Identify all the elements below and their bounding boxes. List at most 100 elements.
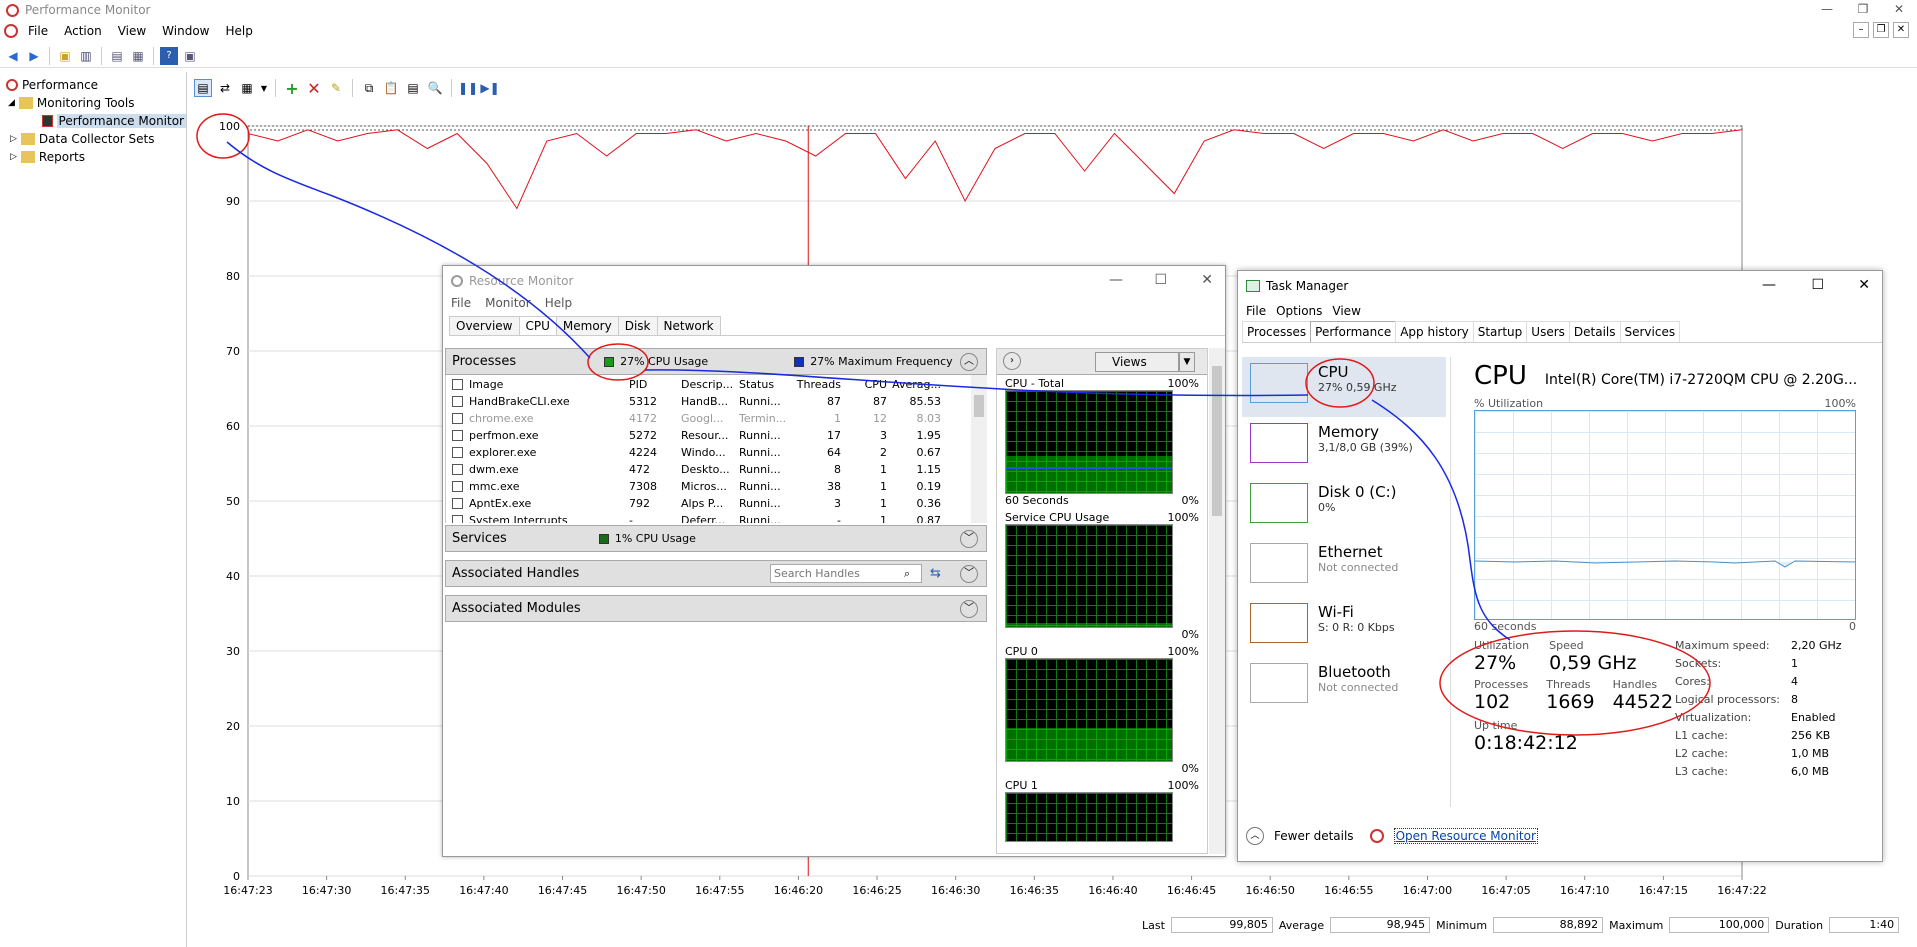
pause-icon[interactable]: ❚❚ — [458, 79, 478, 97]
search-handles-input[interactable] — [770, 564, 922, 583]
services-section-header[interactable]: Services 1% CPU Usage ﹀ — [445, 525, 987, 552]
paste-icon[interactable]: 📋 — [382, 79, 400, 97]
expand-chevron-icon[interactable]: ﹀ — [960, 599, 978, 618]
col-image[interactable]: Image — [469, 378, 629, 391]
mdi-restore-icon[interactable]: ❐ — [1873, 22, 1889, 38]
rm-close-icon[interactable]: ✕ — [1201, 272, 1213, 288]
up-folder-icon[interactable]: ▣ — [56, 47, 74, 65]
tm-menu-file[interactable]: File — [1246, 304, 1266, 318]
process-row[interactable]: explorer.exe 4224 Windo... Runni... 64 2 0.67 — [446, 444, 987, 461]
collapse-chevron-icon[interactable]: ︿ — [960, 352, 978, 371]
rm-tab-overview[interactable]: Overview — [449, 316, 520, 335]
highlight-icon[interactable]: ✎ — [327, 79, 345, 97]
resource-item-0[interactable]: CPU 27% 0,59 GHz — [1242, 357, 1446, 417]
tm-tab-startup[interactable]: Startup — [1472, 321, 1528, 342]
tm-tab-users[interactable]: Users — [1526, 321, 1570, 342]
process-checkbox[interactable] — [452, 447, 463, 458]
tm-tab-processes[interactable]: Processes — [1242, 321, 1312, 342]
process-row[interactable]: mmc.exe 7308 Micros... Runni... 38 1 0.19 — [446, 478, 987, 495]
tm-tab-services[interactable]: Services — [1619, 321, 1681, 342]
properties-icon[interactable]: ▤ — [108, 47, 126, 65]
process-row[interactable]: System Interrupts - Deferr... Runni... - 1 0.8… — [446, 512, 987, 523]
fewer-details-link[interactable]: Fewer details — [1274, 829, 1354, 843]
tree-node-performance[interactable]: Performance — [0, 76, 186, 94]
tm-close-icon[interactable]: ✕ — [1858, 277, 1870, 293]
rm-charts-scrollbar[interactable] — [1209, 348, 1225, 854]
modules-section-header[interactable]: Associated Modules ﹀ — [445, 595, 987, 622]
resource-item-1[interactable]: Memory 3,1/8,0 GB (39%) — [1242, 417, 1446, 477]
resource-item-4[interactable]: Wi-Fi S: 0 R: 0 Kbps — [1242, 597, 1446, 657]
select-all-checkbox[interactable] — [452, 378, 463, 390]
col-cpu[interactable]: CPU — [841, 378, 887, 391]
copy-icon[interactable]: ⧉ — [360, 79, 378, 97]
process-checkbox[interactable] — [452, 481, 463, 492]
mdi-minimize-icon[interactable]: – — [1853, 22, 1869, 38]
change-graph-type-icon[interactable]: ▦ — [238, 79, 256, 97]
rm-minimize-icon[interactable]: — — [1109, 272, 1123, 288]
tree-node-performance-monitor[interactable]: Performance Monitor — [0, 112, 186, 130]
views-arrow-icon[interactable]: ▼ — [1179, 352, 1195, 372]
menu-action[interactable]: Action — [58, 24, 108, 38]
tm-minimize-icon[interactable]: — — [1762, 277, 1776, 293]
view-graph-icon[interactable]: ▤ — [194, 79, 212, 97]
minimize-icon[interactable]: — — [1809, 0, 1845, 18]
expand-icon[interactable]: ▷ — [10, 134, 17, 144]
tree-node-monitoring-tools[interactable]: ◢ Monitoring Tools — [0, 94, 186, 112]
process-row[interactable]: chrome.exe 4172 Googl... Termin... 1 12 8.03 — [446, 410, 987, 427]
process-checkbox[interactable] — [452, 413, 463, 424]
expand-icon[interactable]: ▷ — [10, 152, 17, 162]
processes-section-header[interactable]: Processes 27% CPU Usage 27% Maximum Freq… — [445, 348, 987, 375]
rm-menu-help[interactable]: Help — [545, 296, 572, 314]
process-row[interactable]: ApntEx.exe 792 Alps P... Runni... 3 1 0.36 — [446, 495, 987, 512]
menu-file[interactable]: File — [22, 24, 54, 38]
col-description[interactable]: Descrip... — [681, 378, 739, 391]
expand-chevron-icon[interactable]: ﹀ — [960, 564, 978, 583]
tm-menu-view[interactable]: View — [1332, 304, 1360, 318]
process-checkbox[interactable] — [452, 430, 463, 441]
menu-view[interactable]: View — [112, 24, 152, 38]
properties-icon[interactable]: ▤ — [404, 79, 422, 97]
print-icon[interactable]: ▦ — [129, 47, 147, 65]
tm-maximize-icon[interactable]: ☐ — [1811, 277, 1824, 293]
process-row[interactable]: dwm.exe 472 Deskto... Runni... 8 1 1.15 — [446, 461, 987, 478]
tm-tab-performance[interactable]: Performance — [1310, 321, 1397, 342]
charts-collapse-icon[interactable]: › — [1003, 352, 1021, 370]
views-dropdown[interactable]: Views — [1095, 352, 1179, 372]
tree-node-reports[interactable]: ▷ Reports — [0, 148, 186, 166]
rm-tab-network[interactable]: Network — [656, 316, 721, 335]
expand-chevron-icon[interactable]: ﹀ — [960, 529, 978, 548]
open-resource-monitor-link[interactable]: Open Resource Monitor — [1393, 828, 1538, 844]
show-tree-icon[interactable]: ▥ — [77, 47, 95, 65]
process-checkbox[interactable] — [452, 396, 463, 407]
resource-item-3[interactable]: Ethernet Not connected — [1242, 537, 1446, 597]
processes-scrollbar[interactable] — [971, 375, 987, 523]
process-row[interactable]: perfmon.exe 5272 Resour... Runni... 17 3 1.95 — [446, 427, 987, 444]
close-icon[interactable]: ✕ — [1881, 0, 1917, 18]
col-threads[interactable]: Threads — [795, 378, 841, 391]
freeze-icon[interactable]: ⇄ — [216, 79, 234, 97]
restore-icon[interactable]: ❐ — [1845, 0, 1881, 18]
rm-menu-file[interactable]: File — [451, 296, 471, 314]
rm-charts-scroll-thumb[interactable] — [1212, 366, 1222, 516]
refresh-icon[interactable]: ⇆ — [930, 566, 941, 581]
collapse-icon[interactable]: ◢ — [8, 98, 15, 108]
menu-help[interactable]: Help — [220, 24, 259, 38]
rm-tab-disk[interactable]: Disk — [617, 316, 658, 335]
resource-item-5[interactable]: Bluetooth Not connected — [1242, 657, 1446, 717]
rm-menu-monitor[interactable]: Monitor — [485, 296, 531, 314]
search-icon[interactable]: ⌕ — [904, 567, 910, 581]
processes-scroll-thumb[interactable] — [974, 395, 984, 417]
console-icon[interactable]: ▣ — [181, 47, 199, 65]
resource-item-2[interactable]: Disk 0 (C:) 0% — [1242, 477, 1446, 537]
mdi-close-icon[interactable]: ✕ — [1893, 22, 1909, 38]
tm-menu-options[interactable]: Options — [1276, 304, 1322, 318]
process-checkbox[interactable] — [452, 498, 463, 509]
help-icon[interactable]: ? — [160, 46, 178, 65]
add-counter-icon[interactable]: + — [283, 79, 301, 98]
fewer-details-icon[interactable]: ︿ — [1246, 827, 1264, 845]
forward-icon[interactable]: ▶ — [25, 47, 43, 65]
tm-tab-app-history[interactable]: App history — [1395, 321, 1474, 342]
handles-section-header[interactable]: Associated Handles ⌕ ⇆ ﹀ — [445, 560, 987, 587]
rm-tab-cpu[interactable]: CPU — [518, 316, 557, 335]
col-status[interactable]: Status — [739, 378, 795, 391]
